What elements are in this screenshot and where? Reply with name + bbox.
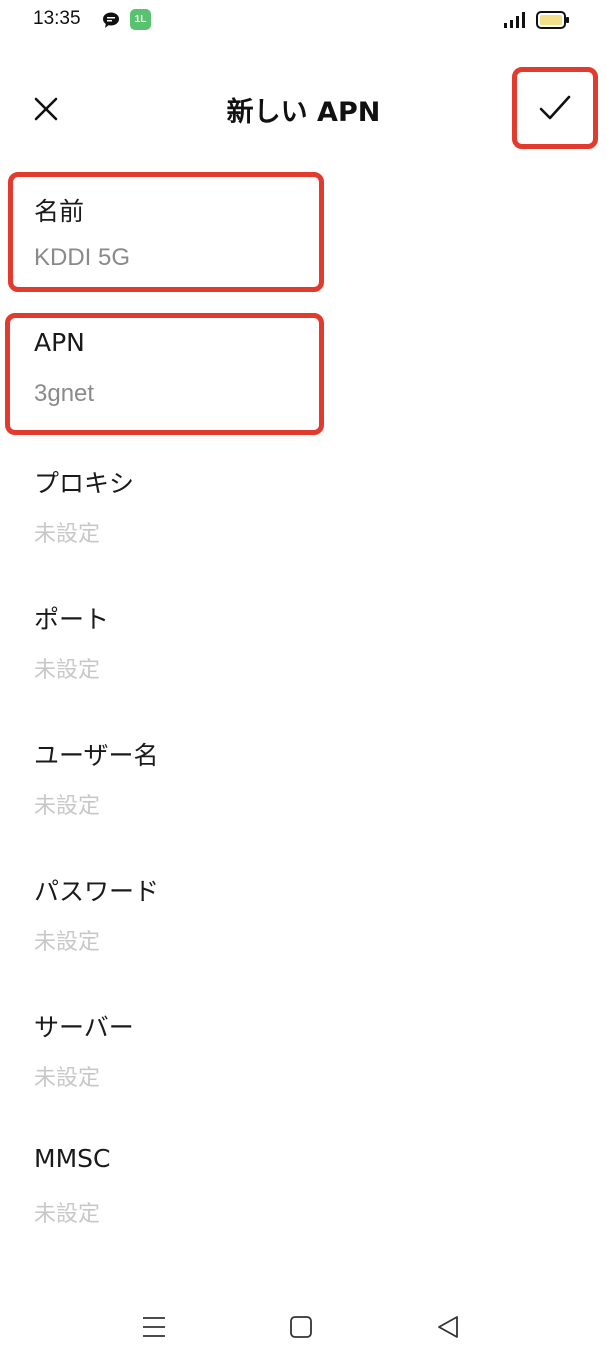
field-label: パスワード [34, 877, 160, 906]
status-time: 13:35 [33, 8, 81, 29]
field-label: APN [34, 328, 85, 357]
field-server[interactable]: サーバー 未設定 [0, 988, 607, 1124]
app-notification-icon: 1L [130, 9, 151, 30]
field-apn[interactable]: APN 3gnet [0, 308, 607, 444]
field-username[interactable]: ユーザー名 未設定 [0, 716, 607, 852]
menu-icon [143, 1317, 165, 1337]
home-button[interactable] [286, 1312, 316, 1342]
field-label: 名前 [34, 197, 85, 226]
battery-icon [536, 10, 570, 30]
field-label: サーバー [34, 1013, 134, 1042]
field-value: 未設定 [34, 658, 101, 683]
field-label: ユーザー名 [34, 741, 159, 770]
status-bar: 13:35 1L [0, 0, 607, 44]
field-value: 未設定 [34, 794, 101, 819]
checkmark-icon [539, 95, 571, 120]
field-proxy[interactable]: プロキシ 未設定 [0, 444, 607, 580]
field-port[interactable]: ポート 未設定 [0, 580, 607, 716]
signal-icon [503, 11, 527, 29]
chat-bubble-icon [102, 11, 120, 29]
home-icon [290, 1316, 312, 1338]
back-icon [438, 1316, 458, 1338]
field-value: 未設定 [34, 1202, 101, 1227]
field-value: 3gnet [34, 380, 95, 407]
back-button[interactable] [433, 1312, 463, 1342]
navigation-bar [0, 1292, 607, 1362]
field-value: 未設定 [34, 930, 101, 955]
field-mmsc[interactable]: MMSC 未設定 [0, 1124, 607, 1260]
field-label: ポート [34, 605, 110, 634]
confirm-button[interactable] [512, 67, 598, 149]
field-password[interactable]: パスワード 未設定 [0, 852, 607, 988]
field-value: KDDI 5G [34, 244, 131, 271]
app-header: 新しい APN [0, 60, 607, 156]
field-label: MMSC [34, 1144, 111, 1173]
field-name[interactable]: 名前 KDDI 5G [0, 172, 607, 308]
field-label: プロキシ [34, 469, 135, 498]
menu-button[interactable] [139, 1312, 169, 1342]
field-value: 未設定 [34, 522, 101, 547]
field-value: 未設定 [34, 1066, 101, 1091]
